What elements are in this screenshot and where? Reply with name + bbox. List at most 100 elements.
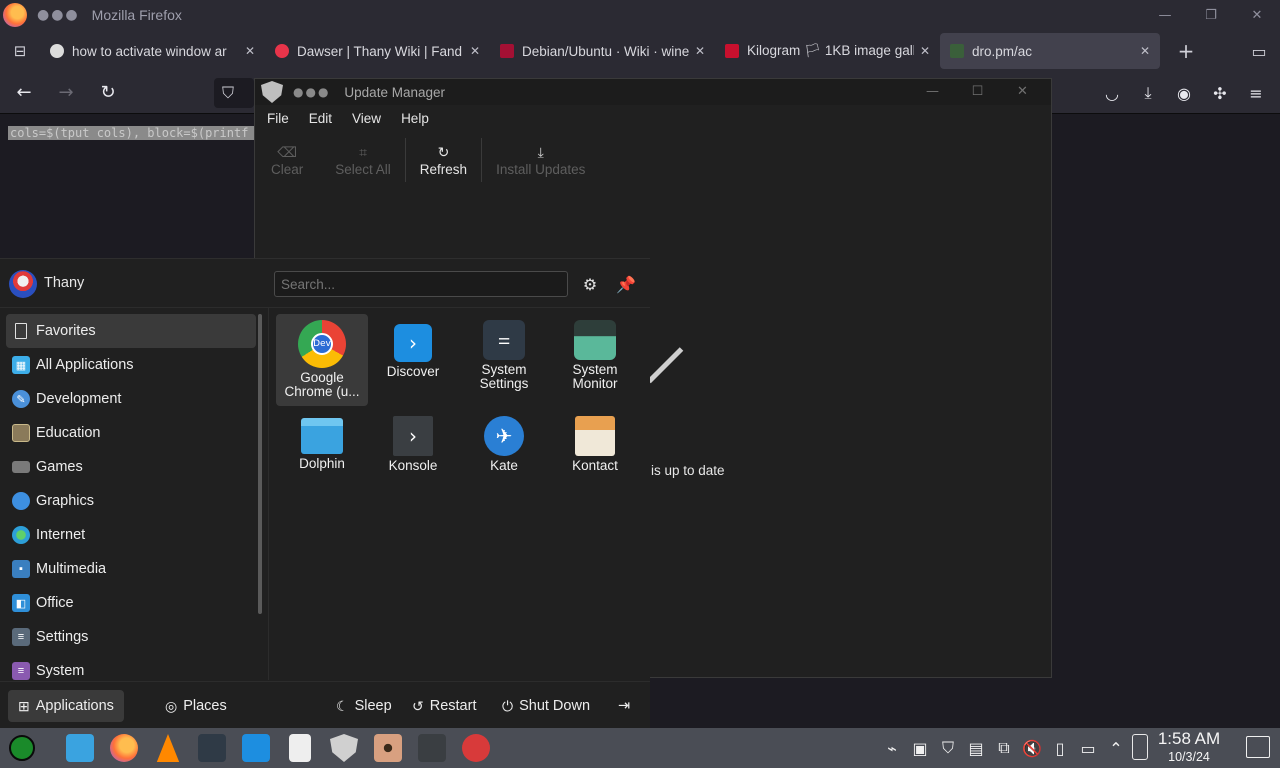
taskbar-text-editor[interactable] [280,730,320,766]
tab-close-icon[interactable]: ✕ [695,44,705,58]
phone-icon[interactable] [1132,734,1148,760]
close-icon[interactable]: ✕ [1234,0,1280,30]
show-desktop-button[interactable] [1246,736,1270,758]
battery-icon[interactable]: ▯ [1046,732,1074,764]
category-multimedia[interactable]: ▪ Multimedia [6,552,256,586]
minimize-icon[interactable]: — [1142,0,1188,30]
tab-close-icon[interactable]: ✕ [920,44,930,58]
select-all-button[interactable]: ⌗ Select All [335,144,391,177]
menu-help[interactable]: Help [401,111,429,126]
tab-close-icon[interactable]: ✕ [1140,44,1150,58]
screenshot-icon[interactable]: ▣ [906,732,934,764]
menu-icon[interactable]: ≡ [1238,78,1274,108]
category-scrollbar[interactable] [258,314,262,614]
dolphin-icon [301,418,343,454]
applications-tab[interactable]: ⊞ Applications [8,690,124,722]
category-list: Favorites ▦ All Applications ✎ Developme… [6,314,256,688]
minimize-icon[interactable]: — [910,79,955,105]
shield-tray-icon[interactable]: ⛉ [934,732,962,764]
app-dolphin[interactable]: Dolphin [276,410,368,502]
office-icon: ◧ [12,594,30,612]
back-icon[interactable]: ← [6,77,42,109]
window-dots-icon[interactable]: ●●● [37,7,80,23]
copy-icon[interactable]: ⧉ [990,732,1018,764]
category-graphics[interactable]: Graphics [6,484,256,518]
search-input[interactable] [274,271,568,297]
refresh-button[interactable]: ↻ Refresh [420,144,467,177]
app-discover[interactable]: › Discover [367,314,459,406]
download-icon[interactable]: ⤓ [1130,78,1166,108]
window-dots-icon[interactable]: ●●● [293,85,330,99]
category-all-applications[interactable]: ▦ All Applications [6,348,256,382]
system-tray: ⌁ ▣ ⛉ ▤ ⧉ 🔇 ▯ ▭ ⌃ [878,732,1130,764]
pocket-icon[interactable]: ◡ [1094,78,1130,108]
menu-view[interactable]: View [352,111,381,126]
network-icon[interactable]: ⌁ [878,732,906,764]
taskbar-vlc[interactable] [148,730,188,766]
close-icon[interactable]: ✕ [1000,79,1045,105]
chrome-dev-icon: Dev [298,320,346,368]
taskbar-update-manager[interactable] [324,730,364,766]
url-bar[interactable]: ⛉ [214,78,254,108]
logout-button[interactable]: ⇥ [608,690,640,722]
app-system-monitor[interactable]: System Monitor [549,314,641,406]
tab-5-active[interactable]: dro.pm/ac ✕ [940,33,1160,69]
application-launcher: Thany ⚙ 📌 Favorites ▦ All Applications ✎… [0,258,650,728]
tab-3[interactable]: Debian/Ubuntu · Wiki · wine ✕ [490,33,715,69]
pin-icon[interactable]: 📌 [615,273,637,295]
shield-icon[interactable]: ⛉ [222,83,234,103]
tab-1[interactable]: how to activate window ar ✕ [40,33,265,69]
forward-icon[interactable]: → [48,77,84,109]
avatar[interactable] [9,270,37,298]
category-internet[interactable]: Internet [6,518,256,552]
extensions-icon[interactable]: ✣ [1202,78,1238,108]
taskbar-firefox[interactable] [104,730,144,766]
places-tab[interactable]: ◎ Places [155,690,237,722]
launcher-footer: ⊞ Applications ◎ Places ☾ Sleep ↺ Restar… [0,681,650,729]
tab-close-icon[interactable]: ✕ [470,44,480,58]
app-kate[interactable]: ✈ Kate [458,410,550,502]
category-games[interactable]: Games [6,450,256,484]
tab-4[interactable]: Kilogram 🏳 1KB image gall ✕ [715,33,940,69]
app-launcher-button[interactable] [2,730,42,766]
tab-close-icon[interactable]: ✕ [245,44,255,58]
tab-list-icon[interactable]: ⊟ [0,42,40,60]
install-updates-button[interactable]: ⤓ Install Updates [496,144,585,177]
backspace-icon: ⌫ [277,143,298,160]
app-system-settings[interactable]: ⚌ System Settings [458,314,550,406]
taskbar-dolphin[interactable] [60,730,100,766]
app-google-chrome[interactable]: Dev Google Chrome (u... [276,314,368,406]
category-education[interactable]: Education [6,416,256,450]
taskbar-system-settings[interactable] [192,730,232,766]
category-settings[interactable]: ≡ Settings [6,620,256,654]
volume-muted-icon[interactable]: 🔇 [1018,732,1046,764]
new-tab-icon[interactable]: + [1166,39,1206,63]
app-kontact[interactable]: Kontact [549,410,641,502]
taskbar-konsole[interactable] [412,730,452,766]
menu-file[interactable]: File [267,111,289,126]
maximize-icon[interactable]: ❐ [1188,0,1234,30]
gear-icon[interactable]: ⚙ [579,273,601,295]
taskbar-app[interactable] [456,730,496,766]
clipboard-icon[interactable]: ▤ [962,732,990,764]
shutdown-button[interactable]: ⏻ Shut Down [492,690,600,722]
tab-2[interactable]: Dawser | Thany Wiki | Fand ✕ [265,33,490,69]
maximize-icon[interactable]: ☐ [955,79,1000,105]
clear-button[interactable]: ⌫ Clear [271,144,303,177]
system-settings-icon: ⚌ [483,320,525,360]
restart-button[interactable]: ↺ Restart [402,690,486,722]
category-office[interactable]: ◧ Office [6,586,256,620]
category-development[interactable]: ✎ Development [6,382,256,416]
category-favorites[interactable]: Favorites [6,314,256,348]
reload-icon[interactable]: ↻ [90,77,126,109]
menu-edit[interactable]: Edit [309,111,332,126]
app-konsole[interactable]: › Konsole [367,410,459,502]
account-icon[interactable]: ◉ [1166,78,1202,108]
sleep-button[interactable]: ☾ Sleep [326,690,402,722]
expand-tray-icon[interactable]: ⌃ [1102,732,1130,764]
taskbar-discover[interactable] [236,730,276,766]
display-icon[interactable]: ▭ [1074,732,1102,764]
taskbar-eye-app[interactable] [368,730,408,766]
sidebar-toggle-icon[interactable]: ▭ [1246,38,1272,64]
clock[interactable]: 1:58 AM 10/3/24 [1154,729,1224,765]
